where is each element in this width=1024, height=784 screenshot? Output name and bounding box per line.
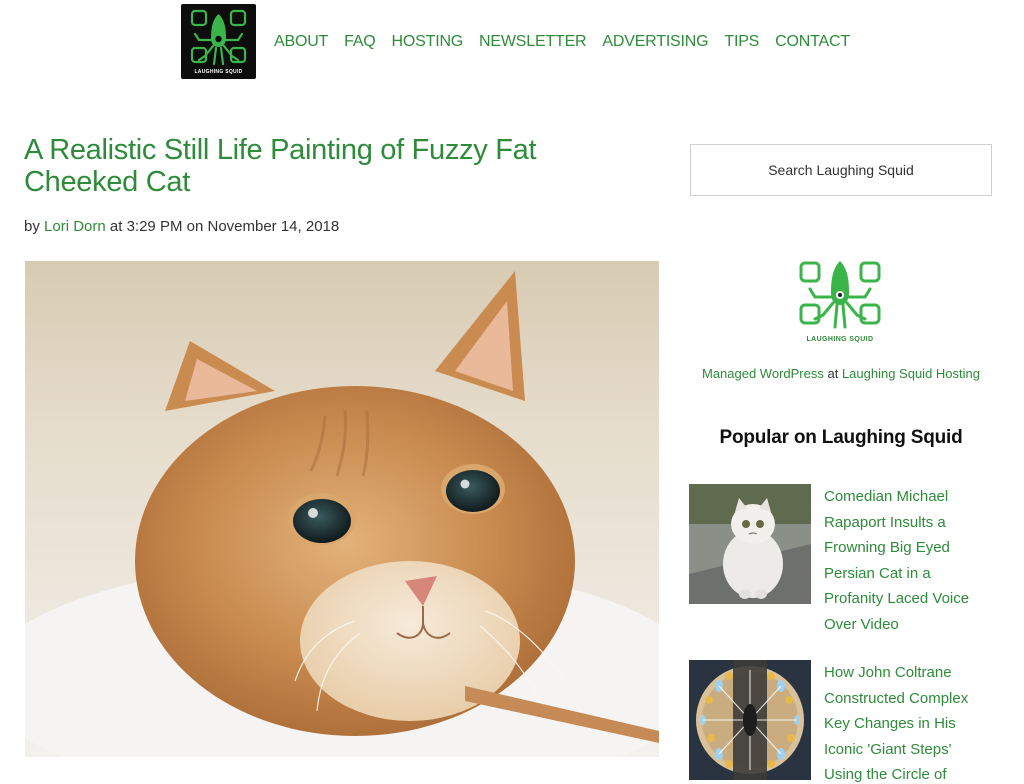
popular-title-line: Rapaport Insults a (824, 513, 946, 531)
hosting-promo: Managed WordPress at Laughing Squid Host… (690, 366, 992, 381)
article-byline: by Lori Dorn at 3:29 PM on November 14, … (24, 218, 339, 236)
popular-title-line: Profanity Laced Voice (824, 590, 970, 608)
byline-on: on (182, 218, 208, 235)
nav-tips[interactable]: TIPS (724, 32, 759, 52)
popular-heading: Popular on Laughing Squid (719, 427, 963, 448)
popular-title-line: Frowning Big Eyed (824, 539, 950, 557)
popular-title-line: Comedian Michael (824, 488, 949, 505)
site-logo-text: LAUGHING SQUID (194, 69, 243, 75)
popular-title-line: Iconic 'Giant Steps' (824, 740, 952, 758)
popular-title-line: Over Video (824, 615, 899, 633)
cat-painting-image (25, 261, 659, 757)
sidebar-logo-text: LAUGHING SQUID (806, 336, 874, 343)
popular-thumbnail[interactable] (689, 484, 811, 604)
squid-logo-icon (190, 9, 247, 66)
popular-title-line: Persian Cat in a (824, 564, 931, 582)
search-input[interactable] (691, 145, 991, 195)
popular-title-line: Using the Circle of (824, 766, 947, 784)
popular-title-link[interactable]: Comedian Michael Rapaport Insults a Frow… (824, 484, 994, 638)
nav-faq[interactable]: FAQ (344, 32, 376, 52)
nav-newsletter[interactable]: NEWSLETTER (479, 32, 587, 52)
nav-hosting[interactable]: HOSTING (392, 32, 464, 52)
byline-time: 3:29 PM (126, 218, 183, 235)
search-box[interactable] (690, 144, 992, 196)
site-header: LAUGHING SQUID ABOUT FAQ HOSTING NEWSLET… (0, 0, 1024, 90)
byline-middle: at (105, 218, 127, 235)
author-link[interactable]: Lori Dorn (44, 218, 106, 235)
hosting-middle: at (823, 366, 842, 381)
popular-item[interactable]: Comedian Michael Rapaport Insults a Frow… (689, 484, 999, 634)
popular-item[interactable]: How John Coltrane Constructed Complex Ke… (689, 660, 999, 784)
nav-advertising[interactable]: ADVERTISING (602, 32, 708, 52)
hero-image[interactable] (25, 261, 659, 757)
nav-about[interactable]: ABOUT (274, 32, 328, 52)
laughing-squid-hosting-link[interactable]: Laughing Squid Hosting (842, 366, 980, 381)
popular-title-line: Constructed Complex (824, 689, 969, 707)
popular-title-line: Key Changes in His (824, 715, 956, 733)
article-title[interactable]: A Realistic Still Life Painting of Fuzzy… (24, 134, 624, 198)
byline-prefix: by (24, 218, 45, 235)
squid-logo-icon (799, 261, 881, 329)
site-logo[interactable]: LAUGHING SQUID (181, 4, 256, 79)
main-nav: ABOUT FAQ HOSTING NEWSLETTER ADVERTISING… (274, 32, 866, 52)
popular-title-link[interactable]: How John Coltrane Constructed Complex Ke… (824, 660, 994, 784)
byline-date: November 14, 2018 (207, 218, 340, 235)
popular-title-line: How John Coltrane (824, 664, 952, 681)
coltrane-circle-thumbnail (689, 660, 811, 780)
nav-contact[interactable]: CONTACT (775, 32, 850, 52)
managed-wordpress-link[interactable]: Managed WordPress (702, 366, 824, 381)
persian-cat-thumbnail (689, 484, 811, 604)
popular-thumbnail[interactable] (689, 660, 811, 780)
